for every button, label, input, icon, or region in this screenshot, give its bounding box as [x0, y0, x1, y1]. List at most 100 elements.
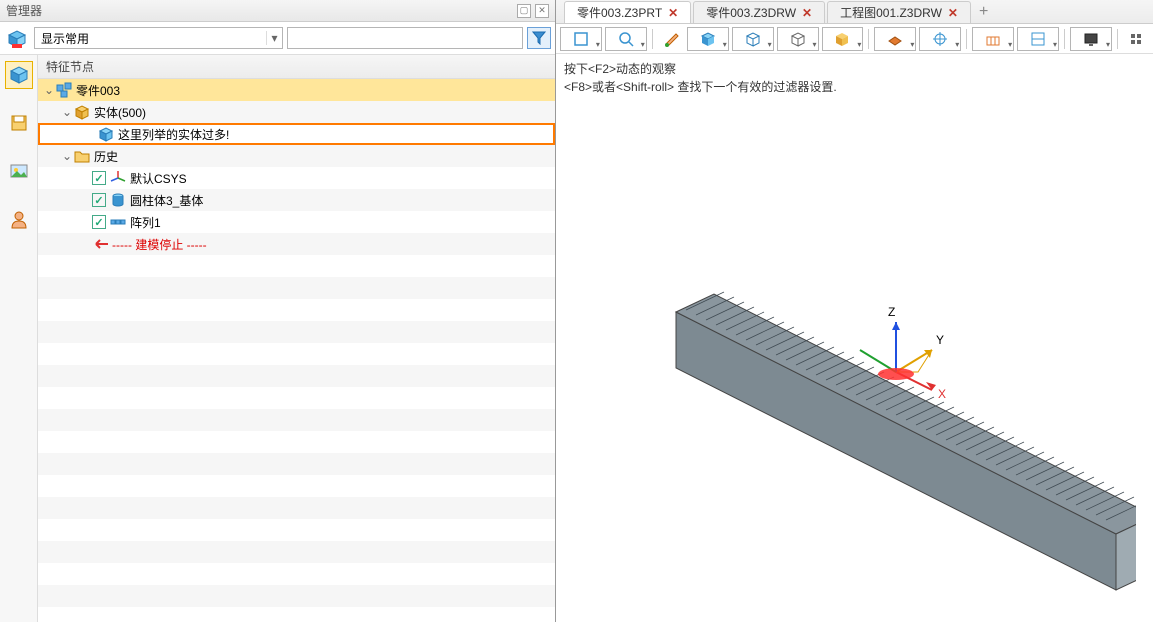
tree-cylinder-label: 圆柱体3_基体	[130, 192, 203, 209]
tree-csys-node[interactable]: ✓ 默认CSYS	[38, 167, 555, 189]
tab-drawing-2[interactable]: 工程图001.Z3DRW ✕	[827, 1, 971, 23]
tab-label: 零件003.Z3DRW	[706, 4, 796, 21]
target-button[interactable]	[919, 27, 961, 51]
tree-empty-row	[38, 585, 555, 607]
panel-titlebar: 管理器 ▢ ✕	[0, 0, 555, 22]
panel-close-icon[interactable]: ✕	[535, 4, 549, 18]
tree-empty-row	[38, 255, 555, 277]
toolbar-separator	[966, 29, 967, 49]
tree-too-many-label: 这里列举的实体过多!	[118, 126, 229, 143]
side-feature-tree-button[interactable]	[5, 61, 33, 89]
side-user-button[interactable]	[5, 205, 33, 233]
tree-container: 特征节点 ⌄ 零件003 ⌄ 实体(500) 这里列举的实体过多! ⌄	[38, 55, 555, 622]
expand-icon[interactable]: ⌄	[60, 149, 74, 163]
tree-empty-row	[38, 387, 555, 409]
axis-triad: X Y Z	[846, 302, 966, 422]
solid-icon	[74, 104, 90, 120]
tab-close-icon[interactable]: ✕	[802, 6, 812, 20]
viewport-toolbar	[556, 24, 1153, 54]
settings-button[interactable]	[1123, 27, 1149, 51]
search-input[interactable]	[287, 27, 523, 49]
tree-stop-label: ----- 建模停止 -----	[112, 236, 207, 253]
tree-header: 特征节点	[38, 55, 555, 79]
tree-empty-row	[38, 409, 555, 431]
tree-stop-node[interactable]: ----- 建模停止 -----	[38, 233, 555, 255]
svg-text:X: X	[938, 387, 946, 401]
tree-history-node[interactable]: ⌄ 历史	[38, 145, 555, 167]
hint-line-1: 按下<F2>动态的观察	[564, 60, 837, 78]
fullscreen-button[interactable]	[560, 27, 602, 51]
hint-line-2: <F8>或者<Shift-roll> 查找下一个有效的过滤器设置.	[564, 78, 837, 96]
checkbox-icon[interactable]: ✓	[92, 171, 106, 185]
feature-tree[interactable]: ⌄ 零件003 ⌄ 实体(500) 这里列举的实体过多! ⌄ 历史	[38, 79, 555, 622]
tree-empty-row	[38, 475, 555, 497]
tree-empty-row	[38, 541, 555, 563]
toolbar-separator	[652, 29, 653, 49]
tree-history-label: 历史	[94, 148, 118, 165]
panel-pin-icon[interactable]: ▢	[517, 4, 531, 18]
section-button[interactable]	[1017, 27, 1059, 51]
tab-label: 零件003.Z3PRT	[577, 4, 662, 21]
toolbar-separator	[868, 29, 869, 49]
tree-empty-row	[38, 299, 555, 321]
tab-label: 工程图001.Z3DRW	[840, 4, 942, 21]
display-mode-label: 显示常用	[35, 30, 266, 47]
tree-empty-row	[38, 497, 555, 519]
tree-empty-row	[38, 453, 555, 475]
side-box-button[interactable]	[5, 109, 33, 137]
cube-view-button[interactable]	[732, 27, 774, 51]
panel-title-text: 管理器	[6, 2, 42, 19]
plane-button[interactable]	[874, 27, 916, 51]
zoom-button[interactable]	[605, 27, 647, 51]
toolbar-separator	[1117, 29, 1118, 49]
tree-empty-row	[38, 431, 555, 453]
tab-part[interactable]: 零件003.Z3PRT ✕	[564, 1, 691, 23]
monitor-button[interactable]	[1070, 27, 1112, 51]
filter-button[interactable]	[527, 27, 551, 49]
wireframe-button[interactable]	[777, 27, 819, 51]
chevron-down-icon: ▾	[266, 31, 282, 45]
cylinder-icon	[110, 192, 126, 208]
expand-icon[interactable]: ⌄	[60, 105, 74, 119]
tree-empty-row	[38, 321, 555, 343]
folder-icon	[74, 148, 90, 164]
side-image-button[interactable]	[5, 157, 33, 185]
feature-filter-icon[interactable]	[4, 26, 30, 50]
display-mode-dropdown[interactable]: 显示常用 ▾	[34, 27, 283, 49]
document-tabs: 零件003.Z3PRT ✕ 零件003.Z3DRW ✕ 工程图001.Z3DRW…	[556, 0, 1153, 24]
cube-render-button[interactable]	[687, 27, 729, 51]
tree-pattern-node[interactable]: ✓ 阵列1	[38, 211, 555, 233]
tree-pattern-label: 阵列1	[130, 214, 161, 231]
expand-icon[interactable]: ⌄	[42, 83, 56, 97]
tree-empty-row	[38, 519, 555, 541]
3d-viewport[interactable]: 按下<F2>动态的观察 <F8>或者<Shift-roll> 查找下一个有效的过…	[556, 54, 1153, 622]
grid-button[interactable]	[972, 27, 1014, 51]
tree-cylinder-node[interactable]: ✓ 圆柱体3_基体	[38, 189, 555, 211]
tab-close-icon[interactable]: ✕	[668, 6, 678, 20]
paint-button[interactable]	[658, 27, 684, 51]
pattern-icon	[110, 214, 126, 230]
toolbar-separator	[1064, 29, 1065, 49]
stop-arrow-icon	[92, 236, 108, 252]
manager-panel: 管理器 ▢ ✕ 显示常用 ▾	[0, 0, 556, 622]
3d-model	[636, 264, 1136, 604]
cube-icon	[98, 126, 114, 142]
tree-empty-row	[38, 607, 555, 622]
tab-close-icon[interactable]: ✕	[948, 6, 958, 20]
checkbox-icon[interactable]: ✓	[92, 193, 106, 207]
viewport-panel: 零件003.Z3PRT ✕ 零件003.Z3DRW ✕ 工程图001.Z3DRW…	[556, 0, 1153, 622]
gold-cube-button[interactable]	[822, 27, 864, 51]
tab-add-button[interactable]: +	[973, 1, 994, 23]
tree-empty-row	[38, 343, 555, 365]
tree-empty-row	[38, 277, 555, 299]
checkbox-icon[interactable]: ✓	[92, 215, 106, 229]
tab-drawing-1[interactable]: 零件003.Z3DRW ✕	[693, 1, 825, 23]
svg-text:Z: Z	[888, 305, 895, 319]
panel-window-controls: ▢ ✕	[517, 4, 549, 18]
tree-solids-node[interactable]: ⌄ 实体(500)	[38, 101, 555, 123]
tree-empty-row	[38, 563, 555, 585]
csys-icon	[110, 170, 126, 186]
svg-text:Y: Y	[936, 333, 944, 347]
tree-root-node[interactable]: ⌄ 零件003	[38, 79, 555, 101]
tree-too-many-node[interactable]: 这里列举的实体过多!	[38, 123, 555, 145]
